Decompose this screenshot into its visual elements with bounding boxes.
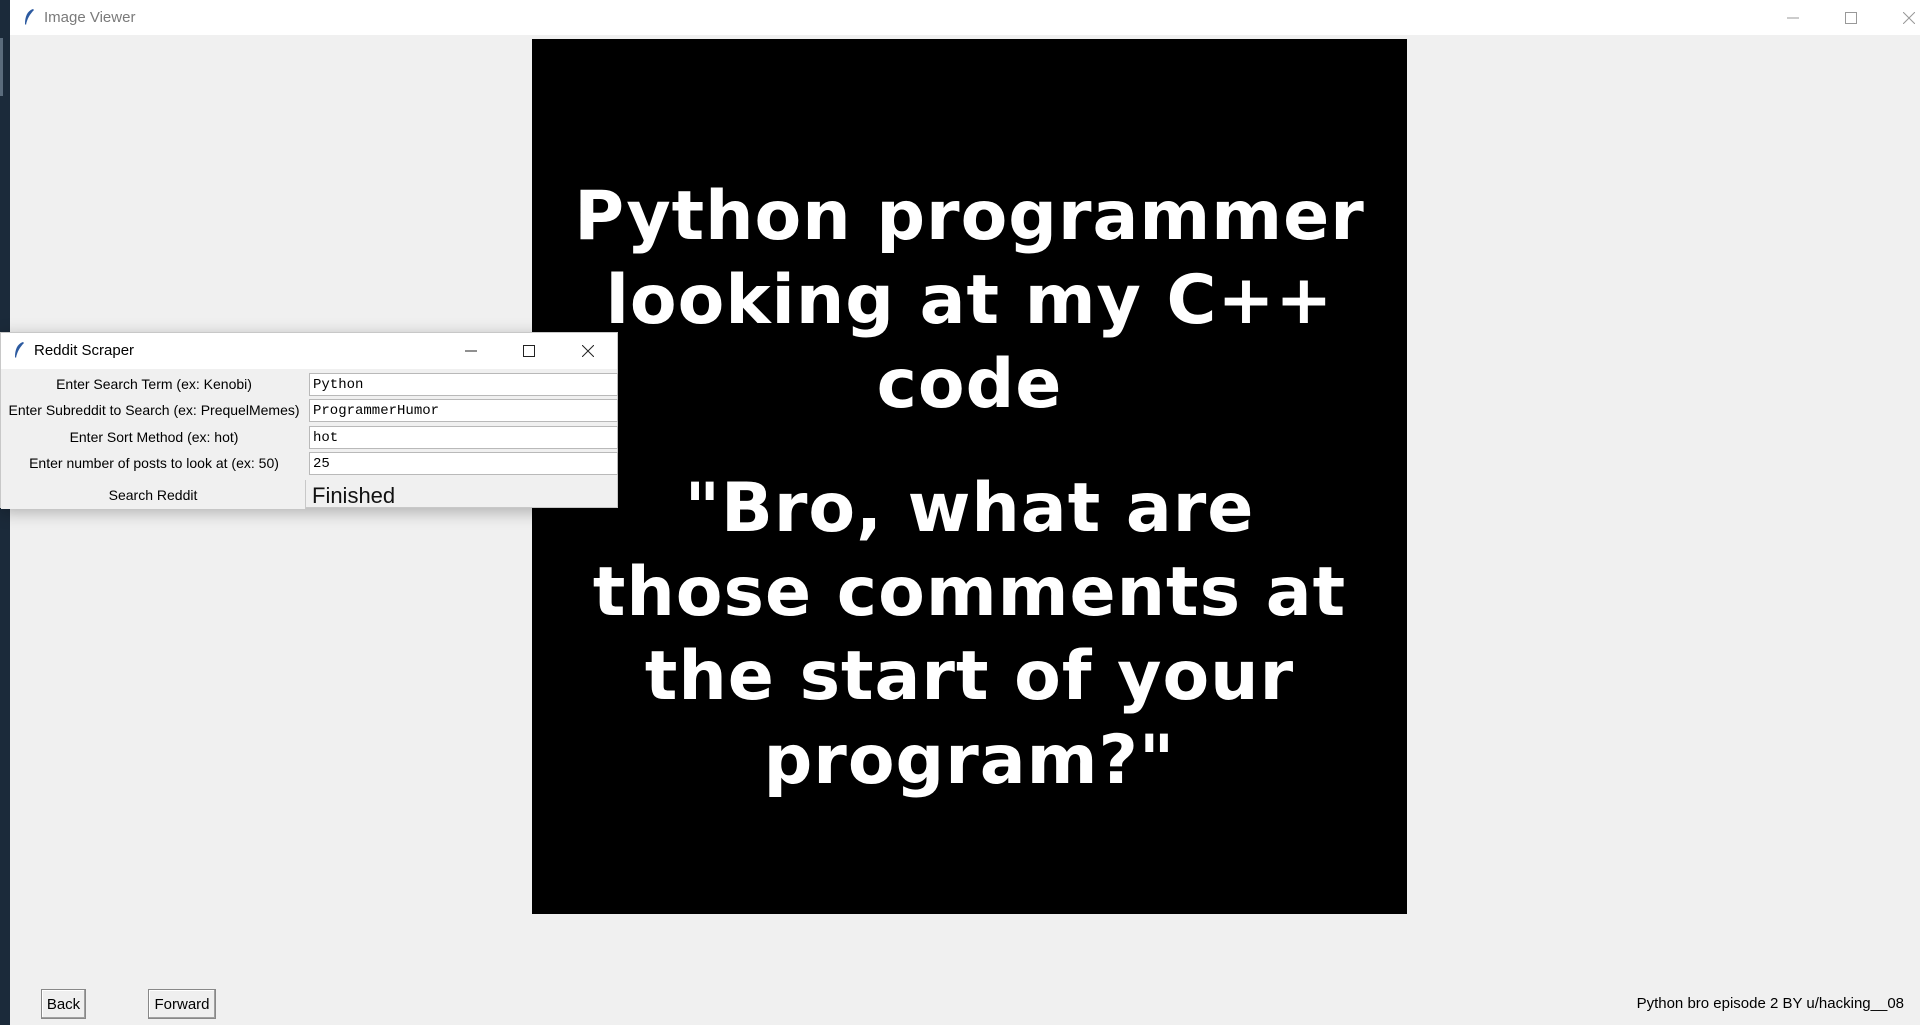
scraper-minimize-button[interactable] xyxy=(442,333,500,369)
tk-feather-icon xyxy=(25,9,34,25)
scraper-titlebar[interactable]: Reddit Scraper xyxy=(1,333,617,369)
meme-line: those comments at xyxy=(592,553,1347,632)
search-term-label: Enter Search Term (ex: Kenobi) xyxy=(56,376,252,392)
close-icon xyxy=(582,345,594,357)
desktop-edge xyxy=(0,0,10,1025)
post-count-input[interactable] xyxy=(309,452,618,475)
minimize-icon xyxy=(1787,17,1799,18)
viewer-maximize-button[interactable] xyxy=(1822,0,1880,35)
reddit-scraper-window: Reddit Scraper Enter Search Term (ex: Ke… xyxy=(0,332,618,509)
meme-line: the start of your xyxy=(644,637,1295,716)
sort-method-input[interactable] xyxy=(309,426,618,449)
viewer-titlebar[interactable]: Image Viewer xyxy=(10,0,1920,35)
close-icon xyxy=(1903,11,1915,24)
scraper-maximize-button[interactable] xyxy=(500,333,558,369)
viewer-close-button[interactable] xyxy=(1880,0,1920,35)
desktop-edge-marker xyxy=(0,38,3,96)
meme-text-bottom: "Bro, what are those comments at the sta… xyxy=(532,467,1407,803)
search-term-input[interactable] xyxy=(309,373,618,396)
subreddit-input[interactable] xyxy=(309,399,618,422)
maximize-icon xyxy=(523,345,535,357)
image-caption: Python bro episode 2 BY u/hacking__08 xyxy=(1636,995,1904,1012)
image-viewer-window: Image Viewer Python programmer looking a… xyxy=(10,0,1920,1025)
meme-line: Python programmer xyxy=(574,177,1365,256)
meme-text-top: Python programmer looking at my C++ code xyxy=(532,175,1407,427)
minimize-icon xyxy=(465,350,477,352)
meme-line: code xyxy=(876,345,1063,424)
scraper-close-button[interactable] xyxy=(559,333,617,369)
meme-line: "Bro, what are xyxy=(684,469,1255,548)
forward-button[interactable]: Forward xyxy=(148,989,216,1019)
meme-line: program?" xyxy=(763,721,1176,800)
search-reddit-button[interactable]: Search Reddit xyxy=(1,480,306,509)
viewer-title: Image Viewer xyxy=(44,9,136,26)
back-button[interactable]: Back xyxy=(41,989,86,1019)
sort-method-label: Enter Sort Method (ex: hot) xyxy=(69,429,239,445)
status-label: Finished xyxy=(312,483,396,508)
meme-line: looking at my C++ xyxy=(605,261,1334,340)
meme-image: Python programmer looking at my C++ code… xyxy=(532,39,1407,914)
maximize-icon xyxy=(1845,11,1857,24)
subreddit-label: Enter Subreddit to Search (ex: PrequelMe… xyxy=(8,402,300,418)
scraper-title: Reddit Scraper xyxy=(34,342,135,359)
post-count-label: Enter number of posts to look at (ex: 50… xyxy=(29,455,279,471)
viewer-minimize-button[interactable] xyxy=(1764,0,1822,35)
tk-feather-icon xyxy=(15,342,24,358)
